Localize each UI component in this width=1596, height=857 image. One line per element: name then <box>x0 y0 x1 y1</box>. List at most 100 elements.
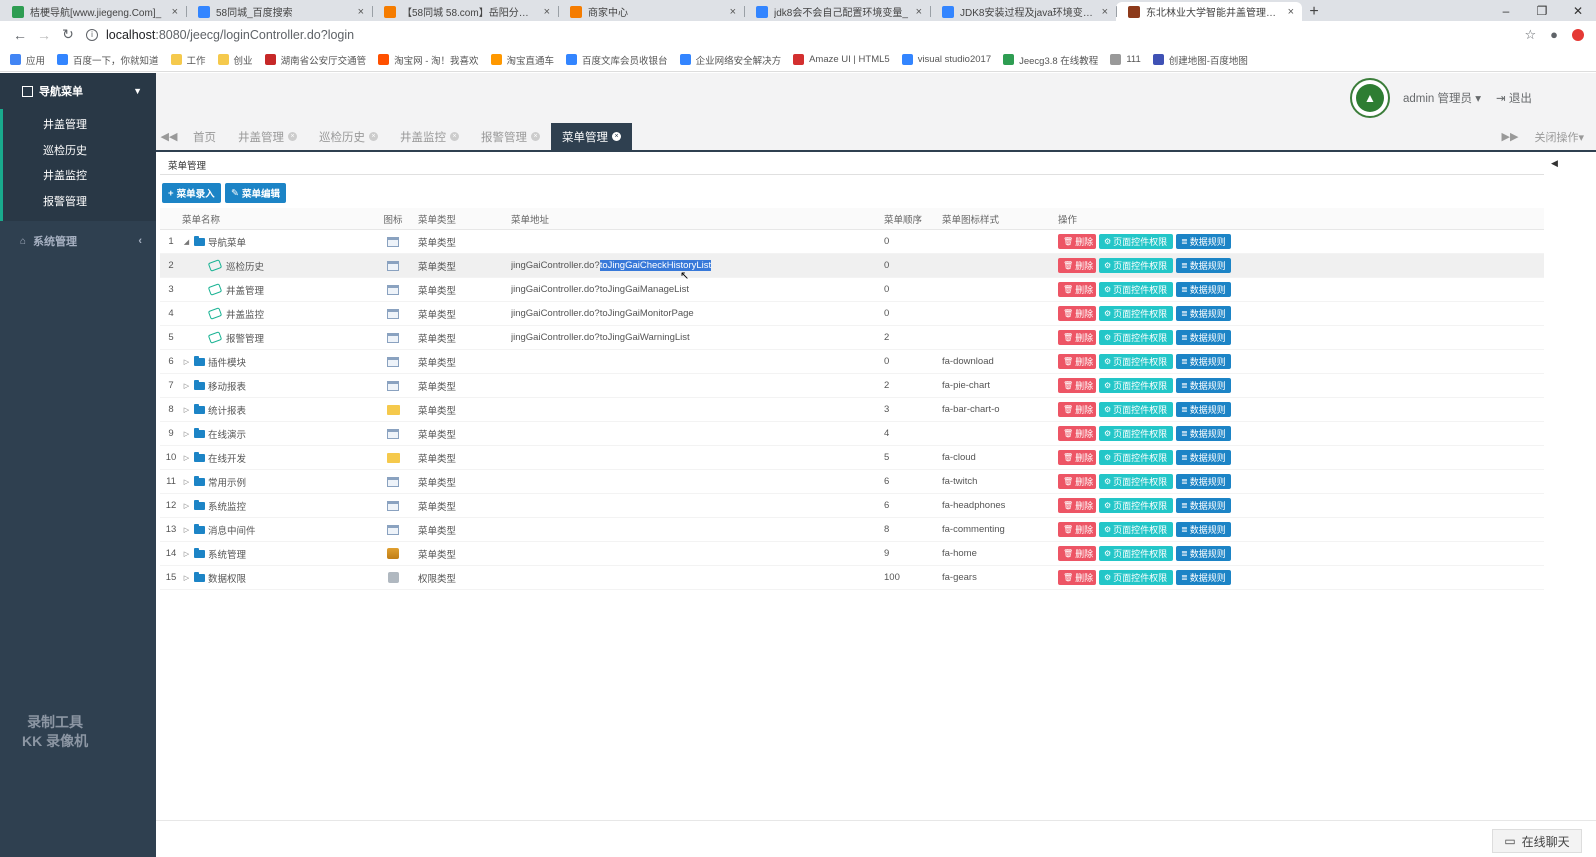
table-row[interactable]: 14 ▷ 系统管理 菜单类型 9 fa-home 🗑 删除 ⚙ 页面控件权限 ≣ 数据规则 <box>160 542 1544 566</box>
edit-menu-button[interactable]: ✎ 菜单编辑 <box>225 183 286 203</box>
close-icon[interactable]: × <box>1102 6 1108 18</box>
delete-button[interactable]: 🗑 删除 <box>1058 570 1096 585</box>
data-rule-button[interactable]: ≣ 数据规则 <box>1176 258 1231 273</box>
table-row[interactable]: 10 ▷ 在线开发 菜单类型 5 fa-cloud 🗑 删除 ⚙ 页面控件权限 ≣ 数据规则 <box>160 446 1544 470</box>
table-row[interactable]: 1 ◢ 导航菜单 菜单类型 0 🗑 删除 ⚙ 页面控件权限 ≣ 数据规则 <box>160 230 1544 254</box>
bookmark-item[interactable]: 百度文库会员收银台 <box>566 53 668 67</box>
table-row[interactable]: 3 井盖管理 菜单类型 jingGaiController.do?toJingGaiM… <box>160 278 1544 302</box>
sidebar-item-1[interactable]: 井盖管理 <box>3 113 156 139</box>
data-rule-button[interactable]: ≣ 数据规则 <box>1176 330 1231 345</box>
browser-tab[interactable]: 【58同城 58.com】岳阳分类信 × <box>372 2 558 21</box>
delete-button[interactable]: 🗑 删除 <box>1058 522 1096 537</box>
sidebar-item-system[interactable]: ⌂ 系统管理 ‹ <box>0 221 156 261</box>
expand-arrow-icon[interactable]: ▷ <box>182 478 191 486</box>
delete-button[interactable]: 🗑 删除 <box>1058 354 1096 369</box>
expand-arrow-icon[interactable]: ▷ <box>182 406 191 414</box>
browser-tab[interactable]: 商家中心 × <box>558 2 744 21</box>
sidebar-item-2[interactable]: 巡检历史 <box>3 139 156 165</box>
close-icon[interactable]: × <box>358 6 364 18</box>
close-icon[interactable]: × <box>1288 6 1294 18</box>
minimize-icon[interactable]: – <box>1488 4 1524 18</box>
bookmark-item[interactable]: 创业 <box>217 53 253 67</box>
delete-button[interactable]: 🗑 删除 <box>1058 546 1096 561</box>
menu-name[interactable]: 系统监控 <box>208 499 246 513</box>
table-row[interactable]: 13 ▷ 消息中间件 菜单类型 8 fa-commenting 🗑 删除 ⚙ 页面控件权限 ≣ 数据规… <box>160 518 1544 542</box>
url-field[interactable]: i localhost:8080/jeecg/loginController.d… <box>86 28 354 42</box>
delete-button[interactable]: 🗑 删除 <box>1058 234 1096 249</box>
delete-button[interactable]: 🗑 删除 <box>1058 282 1096 297</box>
extension-icon[interactable] <box>1572 28 1584 41</box>
delete-button[interactable]: 🗑 删除 <box>1058 402 1096 417</box>
delete-button[interactable]: 🗑 删除 <box>1058 306 1096 321</box>
close-icon[interactable]: × <box>730 6 736 18</box>
browser-tab[interactable]: jdk8会不会自己配置环境变量_ × <box>744 2 930 21</box>
forward-icon[interactable]: → <box>32 27 56 43</box>
collapse-arrow-icon[interactable]: ◢ <box>182 238 191 246</box>
user-menu[interactable]: admin 管理员 ▾ <box>1403 90 1481 106</box>
page-control-permission-button[interactable]: ⚙ 页面控件权限 <box>1099 474 1173 489</box>
page-control-permission-button[interactable]: ⚙ 页面控件权限 <box>1099 306 1173 321</box>
data-rule-button[interactable]: ≣ 数据规则 <box>1176 570 1231 585</box>
panel-collapse-icon[interactable]: ◀ <box>1551 158 1558 169</box>
browser-tab[interactable]: JDK8安装过程及java环境变量配 × <box>930 2 1116 21</box>
page-tab[interactable]: 巡检历史 × <box>308 123 389 150</box>
close-icon[interactable]: × <box>172 6 178 18</box>
star-icon[interactable]: ☆ <box>1524 27 1536 43</box>
close-icon[interactable]: × <box>544 6 550 18</box>
bookmark-item[interactable]: 工作 <box>170 53 206 67</box>
page-control-permission-button[interactable]: ⚙ 页面控件权限 <box>1099 450 1173 465</box>
delete-button[interactable]: 🗑 删除 <box>1058 330 1096 345</box>
sidebar-item-3[interactable]: 井盖监控 <box>3 164 156 190</box>
table-row[interactable]: 4 井盖监控 菜单类型 jingGaiController.do?toJingGaiM… <box>160 302 1544 326</box>
expand-arrow-icon[interactable]: ▷ <box>182 526 191 534</box>
table-row[interactable]: 8 ▷ 统计报表 菜单类型 3 fa-bar-chart-o 🗑 删除 ⚙ 页面控件权限 ≣ 数据规则 <box>160 398 1544 422</box>
tabs-scroll-right-icon[interactable]: ▶▶ <box>1502 130 1519 143</box>
page-control-permission-button[interactable]: ⚙ 页面控件权限 <box>1099 330 1173 345</box>
bookmark-item[interactable]: 应用 <box>10 53 45 67</box>
page-control-permission-button[interactable]: ⚙ 页面控件权限 <box>1099 498 1173 513</box>
table-row[interactable]: 9 ▷ 在线演示 菜单类型 4 🗑 删除 ⚙ 页面控件权限 ≣ 数据规则 <box>160 422 1544 446</box>
page-tab[interactable]: 井盖监控 × <box>389 123 470 150</box>
browser-tab[interactable]: 桔梗导航[www.jiegeng.Com]_ × <box>0 2 186 21</box>
table-row[interactable]: 15 ▷ 数据权限 权限类型 100 fa-gears 🗑 删除 ⚙ 页面控件权限 ≣ 数据规则 <box>160 566 1544 590</box>
logout-button[interactable]: ⇥ 退出 <box>1496 90 1532 106</box>
page-control-permission-button[interactable]: ⚙ 页面控件权限 <box>1099 258 1173 273</box>
bookmark-item[interactable]: 湖南省公安厅交通管 <box>264 53 366 67</box>
table-row[interactable]: 11 ▷ 常用示例 菜单类型 6 fa-twitch 🗑 删除 ⚙ 页面控件权限 ≣ 数据规则 <box>160 470 1544 494</box>
table-row[interactable]: 12 ▷ 系统监控 菜单类型 6 fa-headphones 🗑 删除 ⚙ 页面控件权限 ≣ 数据规则 <box>160 494 1544 518</box>
expand-arrow-icon[interactable]: ▷ <box>182 358 191 366</box>
menu-name[interactable]: 插件模块 <box>208 355 246 369</box>
table-row[interactable]: 6 ▷ 插件模块 菜单类型 0 fa-download 🗑 删除 ⚙ 页面控件权限 ≣ 数据规则 <box>160 350 1544 374</box>
menu-name[interactable]: 消息中间件 <box>208 523 256 537</box>
data-rule-button[interactable]: ≣ 数据规则 <box>1176 426 1231 441</box>
delete-button[interactable]: 🗑 删除 <box>1058 378 1096 393</box>
menu-name[interactable]: 井盖监控 <box>226 307 264 321</box>
browser-tab[interactable]: 东北林业大学智能井盖管理系统 × <box>1116 2 1302 21</box>
page-tab[interactable]: 井盖管理 × <box>227 123 308 150</box>
reload-icon[interactable]: ↻ <box>56 26 80 43</box>
expand-arrow-icon[interactable]: ▷ <box>182 574 191 582</box>
new-tab-icon[interactable]: + <box>1302 2 1326 21</box>
bookmark-item[interactable]: 淘宝直通车 <box>490 53 554 67</box>
expand-arrow-icon[interactable]: ▷ <box>182 454 191 462</box>
bookmark-item[interactable]: 百度一下，你就知道 <box>57 53 159 67</box>
account-icon[interactable]: ● <box>1550 27 1558 42</box>
close-icon[interactable]: × <box>369 132 378 141</box>
data-rule-button[interactable]: ≣ 数据规则 <box>1176 546 1231 561</box>
restore-icon[interactable]: ❐ <box>1524 4 1560 18</box>
page-control-permission-button[interactable]: ⚙ 页面控件权限 <box>1099 378 1173 393</box>
data-rule-button[interactable]: ≣ 数据规则 <box>1176 378 1231 393</box>
bookmark-item[interactable]: 淘宝网 - 淘！我喜欢 <box>378 53 479 67</box>
data-rule-button[interactable]: ≣ 数据规则 <box>1176 306 1231 321</box>
page-control-permission-button[interactable]: ⚙ 页面控件权限 <box>1099 522 1173 537</box>
page-control-permission-button[interactable]: ⚙ 页面控件权限 <box>1099 402 1173 417</box>
menu-name[interactable]: 在线开发 <box>208 451 246 465</box>
data-rule-button[interactable]: ≣ 数据规则 <box>1176 282 1231 297</box>
nav-menu-header[interactable]: 导航菜单 ▼ <box>0 73 156 109</box>
page-control-permission-button[interactable]: ⚙ 页面控件权限 <box>1099 354 1173 369</box>
delete-button[interactable]: 🗑 删除 <box>1058 450 1096 465</box>
menu-name[interactable]: 导航菜单 <box>208 235 246 249</box>
menu-name[interactable]: 常用示例 <box>208 475 246 489</box>
info-icon[interactable]: i <box>86 28 98 41</box>
page-control-permission-button[interactable]: ⚙ 页面控件权限 <box>1099 426 1173 441</box>
